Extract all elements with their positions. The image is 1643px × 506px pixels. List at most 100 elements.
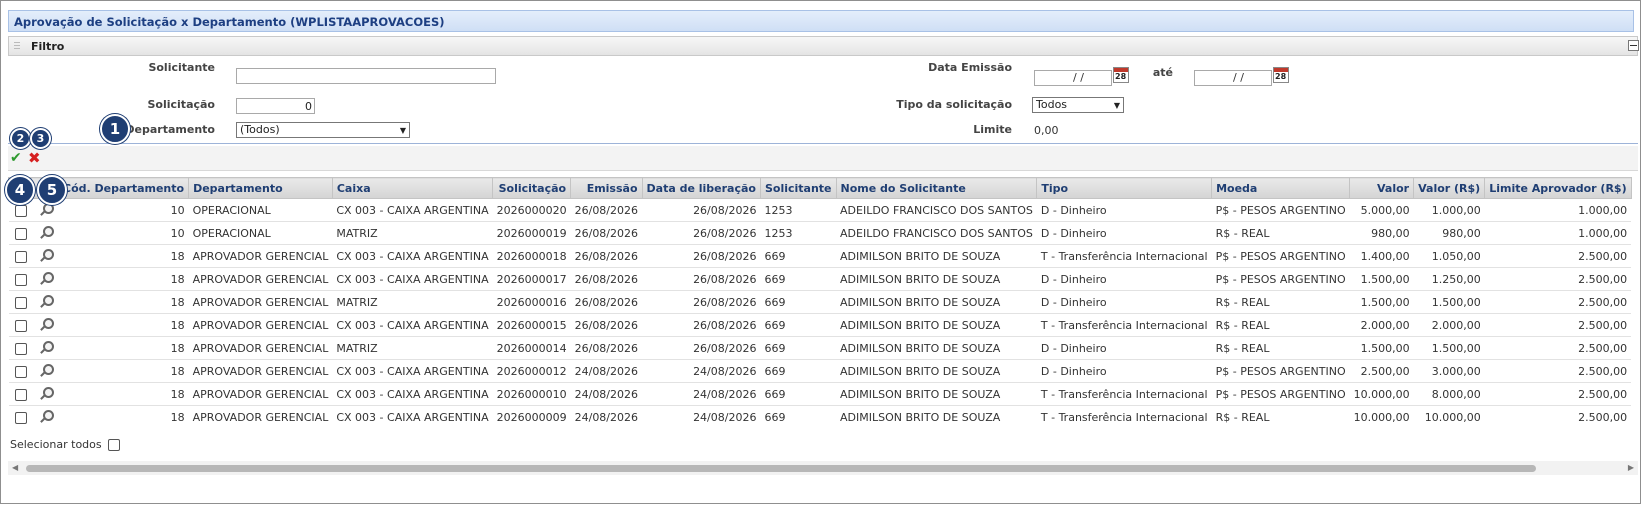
col-header[interactable]: Emissão — [570, 177, 643, 199]
magnifier-icon[interactable] — [39, 272, 54, 286]
col-header[interactable]: Valor (R$) — [1413, 177, 1486, 199]
reject-x-icon[interactable]: ✖ — [28, 149, 41, 167]
table-cell: 10 — [58, 198, 189, 222]
table-cell: R$ - REAL — [1211, 313, 1350, 337]
table-cell: 26/08/2026 — [642, 336, 761, 360]
row-checkbox[interactable] — [14, 296, 27, 309]
data-emissao-to-input[interactable]: / / — [1194, 70, 1272, 86]
col-header[interactable]: Tipo — [1036, 177, 1213, 199]
select-all-checkbox[interactable] — [107, 439, 120, 451]
horizontal-scrollbar[interactable]: ◀ ▶ — [8, 461, 1638, 475]
table-row[interactable]: 10 OPERACIONAL MATRIZ 2026000019 26/08/2026 2… — [8, 221, 1632, 245]
grip-icon — [14, 42, 20, 51]
filter-section-header[interactable]: Filtro — [8, 36, 1639, 56]
table-cell: 26/08/2026 — [570, 198, 643, 222]
magnifier-icon[interactable] — [39, 364, 54, 378]
action-toolbar — [8, 146, 1638, 171]
col-header[interactable]: Solicitante — [759, 177, 837, 199]
row-checkbox[interactable] — [14, 273, 27, 286]
col-header[interactable]: Nome do Solicitante — [835, 177, 1038, 199]
table-cell: 1.000,00 — [1484, 198, 1632, 222]
table-cell: 1.500,00 — [1349, 290, 1414, 314]
table-cell: D - Dinheiro — [1036, 267, 1212, 291]
row-view-cell — [30, 267, 59, 291]
table-cell: T - Transferência Internacional — [1036, 382, 1212, 406]
table-row[interactable]: 18 APROVADOR GERENCIAL CX 003 - CAIXA ARGE… — [8, 244, 1632, 268]
approve-check-icon[interactable]: ✔ — [10, 150, 22, 166]
row-checkbox[interactable] — [14, 388, 27, 401]
table-cell: APROVADOR GERENCIAL — [188, 267, 333, 291]
row-checkbox[interactable] — [14, 342, 27, 355]
scrollbar-thumb[interactable] — [26, 465, 1536, 472]
table-cell: 669 — [760, 244, 837, 268]
table-row[interactable]: 18 APROVADOR GERENCIAL CX 003 - CAIXA ARGE… — [8, 359, 1632, 383]
data-emissao-from-input[interactable]: / / — [1034, 70, 1112, 86]
table-cell: APROVADOR GERENCIAL — [188, 313, 333, 337]
select-all-label: Selecionar todos — [10, 438, 102, 451]
table-cell: 2.500,00 — [1484, 290, 1632, 314]
table-cell: 1.500,00 — [1349, 267, 1414, 291]
table-cell: 669 — [760, 359, 837, 383]
magnifier-icon[interactable] — [39, 203, 54, 217]
table-header-row: Cód. Departamento Departamento Caixa Sol… — [8, 177, 1632, 199]
calendar-icon[interactable]: 28 — [1113, 67, 1129, 83]
col-header[interactable]: Data de liberação — [641, 177, 761, 199]
table-row[interactable]: 18 APROVADOR GERENCIAL MATRIZ 2026000016 26/… — [8, 290, 1632, 314]
table-cell: 1.500,00 — [1413, 336, 1485, 360]
table-cell: 24/08/2026 — [642, 359, 761, 383]
row-checkbox[interactable] — [14, 204, 27, 217]
col-header[interactable]: Valor — [1349, 177, 1415, 199]
magnifier-icon[interactable] — [39, 226, 54, 240]
calendar-icon[interactable]: 28 — [1273, 67, 1289, 83]
collapse-icon[interactable] — [1628, 40, 1639, 51]
table-cell: 2026000014 — [492, 336, 571, 360]
row-checkbox[interactable] — [14, 250, 27, 263]
table-cell: ADIMILSON BRITO DE SOUZA — [836, 290, 1037, 314]
table-cell: 26/08/2026 — [642, 221, 761, 245]
table-cell: 1.000,00 — [1484, 221, 1632, 245]
select-all[interactable]: Selecionar todos — [10, 438, 120, 451]
magnifier-icon[interactable] — [39, 387, 54, 401]
col-header[interactable]: Departamento — [188, 177, 333, 199]
table-cell: 1253 — [760, 198, 837, 222]
chevron-down-icon: ▼ — [1113, 101, 1120, 110]
col-header[interactable]: Limite Aprovador (R$) — [1484, 177, 1632, 199]
table-cell: MATRIZ — [332, 290, 493, 314]
col-header[interactable]: Moeda — [1211, 177, 1351, 199]
row-view-cell — [30, 290, 59, 314]
row-checkbox[interactable] — [14, 319, 27, 332]
table-row[interactable]: 10 OPERACIONAL CX 003 - CAIXA ARGENTINA 202… — [8, 198, 1632, 222]
table-row[interactable]: 18 APROVADOR GERENCIAL CX 003 - CAIXA ARGE… — [8, 405, 1632, 427]
solicitante-input[interactable] — [236, 68, 496, 84]
magnifier-icon[interactable] — [39, 341, 54, 355]
table-cell: 669 — [760, 336, 837, 360]
table-cell: APROVADOR GERENCIAL — [188, 382, 333, 406]
table-row[interactable]: 18 APROVADOR GERENCIAL MATRIZ 2026000014 26/… — [8, 336, 1632, 360]
row-checkbox[interactable] — [14, 227, 27, 240]
row-checkbox[interactable] — [14, 365, 27, 378]
table-cell: 1253 — [760, 221, 837, 245]
departamento-select[interactable]: (Todos) ▼ — [236, 122, 410, 138]
magnifier-icon[interactable] — [39, 249, 54, 263]
table-cell: APROVADOR GERENCIAL — [188, 359, 333, 383]
table-row[interactable]: 18 APROVADOR GERENCIAL CX 003 - CAIXA ARGE… — [8, 382, 1632, 406]
magnifier-icon[interactable] — [39, 295, 54, 309]
table-cell: D - Dinheiro — [1036, 221, 1212, 245]
col-header[interactable]: Caixa — [331, 177, 494, 199]
table-cell: 10.000,00 — [1349, 382, 1414, 406]
col-header[interactable]: Cód. Departamento — [57, 177, 190, 199]
table-cell: 26/08/2026 — [570, 290, 643, 314]
table-cell: APROVADOR GERENCIAL — [188, 244, 333, 268]
scroll-right-icon[interactable]: ▶ — [1628, 463, 1634, 472]
tipo-solicitacao-select[interactable]: Todos ▼ — [1032, 97, 1124, 113]
table-cell: 2026000019 — [492, 221, 571, 245]
col-header[interactable]: Solicitação — [492, 177, 572, 199]
ate-label: até — [1152, 66, 1173, 79]
table-row[interactable]: 18 APROVADOR GERENCIAL CX 003 - CAIXA ARGE… — [8, 267, 1632, 291]
scroll-left-icon[interactable]: ◀ — [12, 463, 18, 472]
magnifier-icon[interactable] — [39, 410, 54, 424]
solicitacao-input[interactable] — [236, 98, 315, 114]
row-checkbox[interactable] — [14, 411, 27, 424]
table-row[interactable]: 18 APROVADOR GERENCIAL CX 003 - CAIXA ARGE… — [8, 313, 1632, 337]
magnifier-icon[interactable] — [39, 318, 54, 332]
